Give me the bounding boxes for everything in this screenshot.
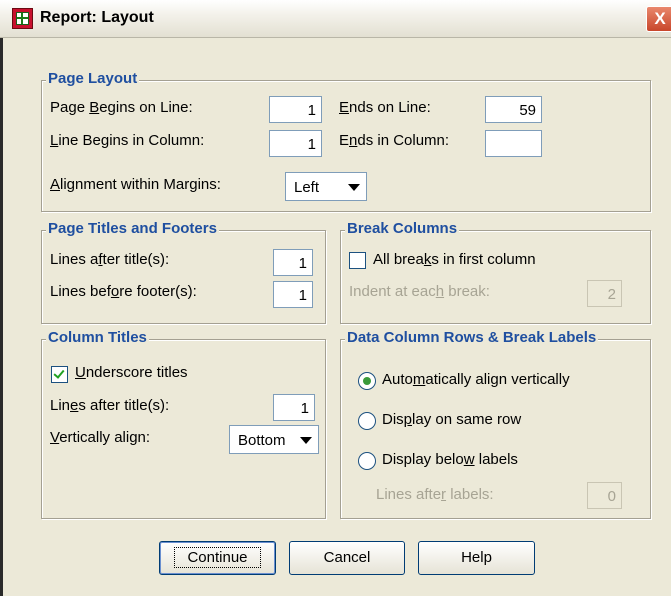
titles-footers-title: Page Titles and Footers — [46, 220, 219, 237]
ends-on-line-label: Ends on Line: — [339, 99, 431, 116]
line-begins-label: Line Begins in Column: — [50, 132, 205, 149]
column-titles-title: Column Titles — [46, 329, 149, 346]
all-breaks-checkbox[interactable] — [349, 252, 366, 269]
vertically-align-dropdown[interactable]: Bottom — [229, 425, 319, 454]
page-layout-group: Page Layout Page Begins on Line: 1 Ends … — [41, 70, 651, 212]
cancel-button[interactable]: Cancel — [289, 541, 405, 575]
radio-selected-dot — [363, 377, 371, 385]
alignment-value: Left — [294, 179, 320, 196]
lines-before-footer-label: Lines before footer(s): — [50, 283, 197, 300]
break-columns-group: Break Columns All breaks in first column… — [340, 220, 651, 324]
lines-after-labels-field: 0 — [587, 482, 622, 509]
all-breaks-label[interactable]: All breaks in first column — [373, 251, 536, 268]
page-begins-label: Page Begins on Line: — [50, 99, 193, 116]
indent-at-break-label: Indent at each break: — [349, 283, 490, 300]
lines-before-footer-field[interactable]: 1 — [273, 281, 313, 308]
same-row-radio[interactable] — [358, 412, 376, 430]
below-labels-radio[interactable] — [358, 452, 376, 470]
lines-after-title-label: Lines after title(s): — [50, 251, 170, 268]
below-labels-label[interactable]: Display below labels — [382, 451, 518, 468]
chevron-down-icon — [348, 184, 360, 191]
title-bar[interactable]: Report: Layout X — [0, 0, 671, 38]
column-lines-after-title-label: Lines after title(s): — [50, 397, 170, 414]
lines-after-labels-label: Lines after labels: — [376, 486, 494, 503]
titles-footers-group: Page Titles and Footers Lines after titl… — [41, 220, 326, 324]
report-app-icon — [12, 8, 33, 29]
checkmark-icon — [53, 367, 65, 379]
data-column-rows-group: Data Column Rows & Break Labels Automati… — [340, 329, 651, 519]
page-begins-field[interactable]: 1 — [269, 96, 322, 123]
ends-in-column-field[interactable] — [485, 130, 542, 157]
vertically-align-value: Bottom — [238, 432, 286, 449]
auto-align-radio[interactable] — [358, 372, 376, 390]
break-columns-title: Break Columns — [345, 220, 460, 237]
lines-after-title-field[interactable]: 1 — [273, 249, 313, 276]
close-icon[interactable]: X — [646, 6, 671, 32]
column-lines-after-title-field[interactable]: 1 — [273, 394, 315, 421]
alignment-dropdown[interactable]: Left — [285, 172, 367, 201]
underscore-titles-label[interactable]: Underscore titles — [75, 364, 188, 381]
indent-at-break-field: 2 — [587, 280, 622, 307]
auto-align-label[interactable]: Automatically align vertically — [382, 371, 570, 388]
same-row-label[interactable]: Display on same row — [382, 411, 521, 428]
data-column-rows-title: Data Column Rows & Break Labels — [345, 329, 599, 346]
line-begins-field[interactable]: 1 — [269, 130, 322, 157]
ends-in-column-label: Ends in Column: — [339, 132, 450, 149]
column-titles-group: Column Titles Underscore titles Lines af… — [41, 329, 326, 519]
page-layout-title: Page Layout — [46, 70, 140, 87]
alignment-label: Alignment within Margins: — [50, 176, 221, 193]
help-button[interactable]: Help — [418, 541, 535, 575]
underscore-titles-checkbox[interactable] — [51, 366, 68, 383]
continue-button[interactable]: Continue — [159, 541, 276, 575]
chevron-down-icon — [300, 437, 312, 444]
dialog-body: Page Layout Page Begins on Line: 1 Ends … — [0, 38, 671, 596]
vertically-align-label: Vertically align: — [50, 429, 151, 446]
window-title: Report: Layout — [40, 9, 154, 26]
ends-on-line-field[interactable]: 59 — [485, 96, 542, 123]
